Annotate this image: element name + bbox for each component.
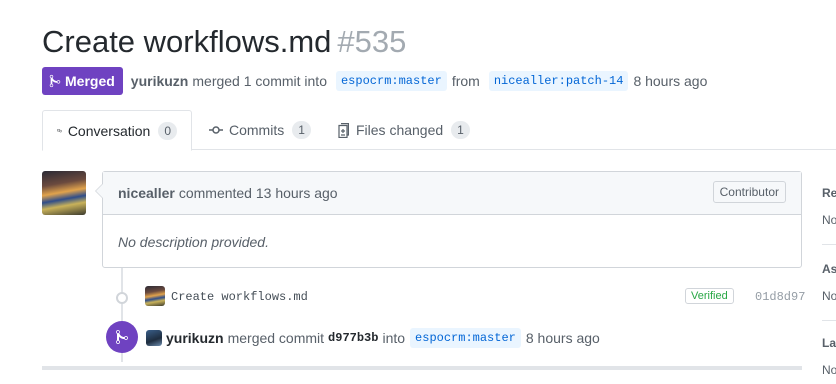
state-label: Merged xyxy=(65,73,115,89)
commit-message-link[interactable]: Create workflows.md xyxy=(171,290,308,304)
merge-commit-sha-link[interactable]: d977b3b xyxy=(328,331,378,345)
pr-title: Create workflows.md xyxy=(42,24,332,59)
pr-title-row: Create workflows.md #535 xyxy=(42,24,406,60)
merged-text: merged 1 commit into xyxy=(192,73,327,89)
from-text: from xyxy=(451,73,480,89)
merge-into-text: into xyxy=(382,330,406,346)
sidebar-divider xyxy=(822,320,836,321)
file-diff-icon xyxy=(338,122,349,138)
tab-commits[interactable]: Commits 1 xyxy=(195,110,325,150)
head-branch[interactable]: nicealler:patch-14 xyxy=(488,71,629,91)
merge-target-branch[interactable]: espocrm:master xyxy=(410,328,521,348)
tab-files-changed-count: 1 xyxy=(451,121,470,139)
tab-conversation-count: 0 xyxy=(158,121,177,140)
tab-commits-label: Commits xyxy=(229,122,285,138)
verified-badge[interactable]: Verified xyxy=(685,288,734,304)
comment-header: nicealler commented 13 hours ago Contrib… xyxy=(103,172,801,215)
comment-action: commented 13 hours ago xyxy=(178,185,338,201)
tab-commits-count: 1 xyxy=(292,121,311,139)
merge-author-avatar[interactable] xyxy=(146,330,162,346)
author-role-label: Contributor xyxy=(712,181,786,203)
sidebar-reviewers-value: No xyxy=(822,213,836,227)
sidebar-reviewers-heading[interactable]: Re xyxy=(822,186,836,200)
comment-author-link[interactable]: nicealler xyxy=(118,185,175,201)
tab-files-changed[interactable]: Files changed 1 xyxy=(324,110,484,150)
sidebar-labels-heading[interactable]: La xyxy=(822,336,836,350)
comment-body: No description provided. xyxy=(118,234,269,250)
comment-author-avatar[interactable] xyxy=(42,171,86,215)
commit-sha-link[interactable]: 01d8d97 xyxy=(755,290,805,304)
comment-discussion-icon xyxy=(57,128,62,133)
merge-event-text: merged commit xyxy=(227,330,325,346)
merge-event-line: yurikuzn merged commit d977b3b into espo… xyxy=(166,328,600,348)
pr-number: #535 xyxy=(337,24,407,59)
merge-icon xyxy=(49,74,61,88)
base-branch[interactable]: espocrm:master xyxy=(335,71,447,91)
merged-time: 8 hours ago xyxy=(633,73,708,89)
git-commit-icon xyxy=(209,126,223,134)
sidebar-divider xyxy=(822,244,836,245)
sidebar-assignees-value: No xyxy=(822,289,836,303)
timeline-bottom-bar xyxy=(42,366,802,370)
merge-event-time: 8 hours ago xyxy=(525,330,600,346)
merge-author-link[interactable]: yurikuzn xyxy=(166,330,224,346)
tab-conversation[interactable]: Conversation 0 xyxy=(42,110,192,151)
pr-meta: Merged yurikuzn merged 1 commit into esp… xyxy=(42,67,707,95)
tab-files-changed-label: Files changed xyxy=(356,122,444,138)
merge-icon xyxy=(116,329,128,344)
merge-event-badge xyxy=(106,321,138,353)
merged-by-link[interactable]: yurikuzn xyxy=(131,73,189,89)
sidebar-labels-value: No xyxy=(822,363,836,377)
tab-conversation-label: Conversation xyxy=(67,122,151,139)
pr-tabs: Conversation 0 Commits 1 Files changed 1 xyxy=(42,110,836,151)
state-badge-merged: Merged xyxy=(42,67,123,95)
commit-dot-icon xyxy=(116,292,128,304)
sidebar-assignees-heading[interactable]: As xyxy=(822,262,836,276)
comment-box: nicealler commented 13 hours ago Contrib… xyxy=(95,171,802,268)
commit-author-avatar[interactable] xyxy=(145,286,165,306)
